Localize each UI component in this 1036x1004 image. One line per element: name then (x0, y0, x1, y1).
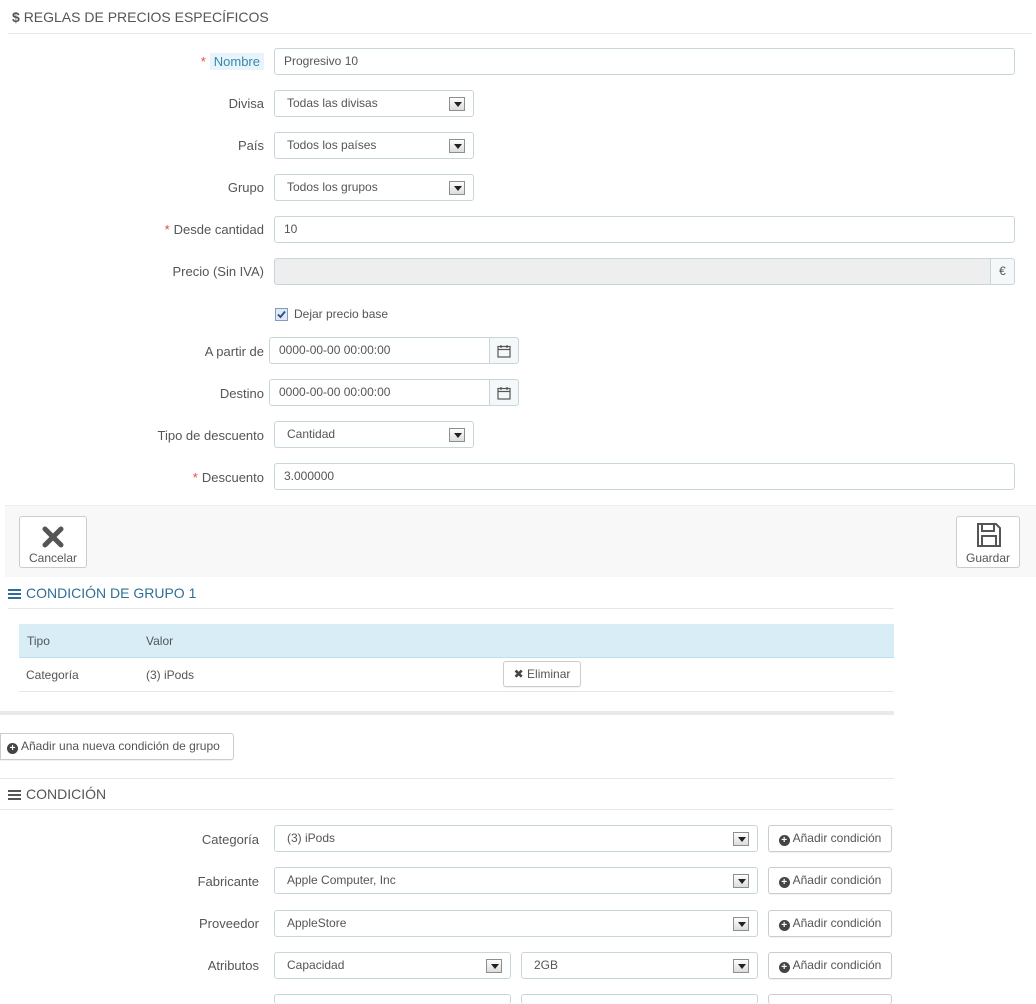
pais-select[interactable]: Todos los países (274, 132, 474, 159)
atributo-group-select[interactable]: Capacidad (274, 952, 511, 979)
divider (8, 33, 1032, 34)
save-button[interactable]: Guardar (956, 516, 1020, 568)
euro-addon: € (990, 258, 1015, 285)
nombre-input[interactable]: Progresivo 10 (274, 48, 1015, 75)
check-icon (277, 310, 286, 319)
divider (0, 778, 894, 779)
close-icon: ✖ (513, 667, 524, 681)
fabricante-label: Fabricante (197, 874, 259, 889)
chevron-down-icon (733, 959, 749, 973)
chevron-down-icon (449, 181, 465, 195)
group-condition-title: CONDICIÓN DE GRUPO 1 (8, 584, 196, 602)
list-icon (8, 790, 21, 800)
pais-label: País (237, 138, 264, 153)
desde-cantidad-input[interactable]: 10 (274, 216, 1015, 243)
calendar-icon (497, 387, 511, 400)
plus-circle-icon: + (778, 962, 790, 973)
add-condition-button[interactable]: + Añadir condición (768, 825, 892, 852)
chevron-down-icon (449, 139, 465, 153)
add-condition-button[interactable]: + Añadir condición (768, 952, 892, 979)
precio-input (274, 258, 991, 285)
partial-select[interactable] (521, 994, 758, 1004)
atributo-value-select[interactable]: 2GB (521, 952, 758, 979)
divider (19, 691, 894, 692)
proveedor-label: Proveedor (199, 916, 259, 931)
column-header-valor: Valor (146, 634, 174, 648)
add-condition-button[interactable]: + Añadir condición (768, 910, 892, 937)
section-separator (0, 711, 894, 715)
destino-label: Destino (219, 386, 264, 401)
tipo-descuento-label: Tipo de descuento (157, 428, 264, 443)
divider (8, 608, 894, 609)
descuento-label: * Descuento (192, 470, 264, 485)
divisa-label: Divisa (228, 96, 264, 111)
descuento-input[interactable]: 3.000000 (274, 463, 1015, 490)
calendar-button[interactable] (489, 379, 519, 406)
chevron-down-icon (733, 917, 749, 931)
destino-input[interactable]: 0000-00-00 00:00:00 (269, 379, 490, 406)
proveedor-select[interactable]: AppleStore (274, 910, 758, 937)
row-valor: (3) iPods (146, 668, 195, 682)
close-icon (42, 526, 64, 548)
plus-circle-icon: + (7, 743, 18, 754)
add-group-condition-button[interactable]: + Añadir una nueva condición de grupo (0, 733, 234, 760)
grupo-label: Grupo (227, 180, 264, 195)
plus-circle-icon: + (778, 877, 790, 888)
tipo-descuento-select[interactable]: Cantidad (274, 421, 474, 448)
section-title: $ REGLAS DE PRECIOS ESPECÍFICOS (12, 9, 269, 25)
grupo-select[interactable]: Todos los grupos (274, 174, 474, 201)
dejar-precio-label: Dejar precio base (294, 307, 389, 321)
delete-button[interactable]: ✖ Eliminar (503, 661, 581, 687)
floppy-disk-icon (977, 523, 1001, 547)
list-icon (8, 589, 21, 599)
a-partir-label: A partir de (204, 344, 264, 359)
column-header-tipo: Tipo (27, 634, 50, 648)
desde-cantidad-label: * Desde cantidad (164, 222, 264, 237)
a-partir-input[interactable]: 0000-00-00 00:00:00 (269, 337, 490, 364)
calendar-button[interactable] (489, 337, 519, 364)
cancel-button[interactable]: Cancelar (19, 516, 87, 568)
nombre-label: * Nombre (100, 52, 264, 72)
chevron-down-icon (733, 832, 749, 846)
plus-circle-icon: + (778, 835, 790, 846)
divisa-select[interactable]: Todas las divisas (274, 90, 474, 117)
categoria-select[interactable]: (3) iPods (274, 825, 758, 852)
calendar-icon (497, 345, 511, 358)
panel-footer (5, 505, 1036, 577)
precio-label: Precio (Sin IVA) (172, 264, 264, 279)
condition-title: CONDICIÓN (8, 785, 106, 803)
atributos-label: Atributos (207, 958, 259, 973)
plus-circle-icon: + (778, 920, 790, 931)
chevron-down-icon (733, 874, 749, 888)
divider (0, 809, 894, 810)
chevron-down-icon (486, 959, 502, 973)
dejar-precio-checkbox[interactable] (275, 308, 288, 321)
chevron-down-icon (449, 428, 465, 442)
partial-button[interactable] (768, 994, 892, 1004)
chevron-down-icon (449, 97, 465, 111)
partial-select[interactable] (274, 994, 511, 1004)
categoria-label: Categoría (201, 832, 259, 847)
dollar-icon: $ (12, 9, 20, 25)
row-tipo: Categoría (26, 668, 79, 682)
fabricante-select[interactable]: Apple Computer, Inc (274, 867, 758, 894)
add-condition-button[interactable]: + Añadir condición (768, 867, 892, 894)
